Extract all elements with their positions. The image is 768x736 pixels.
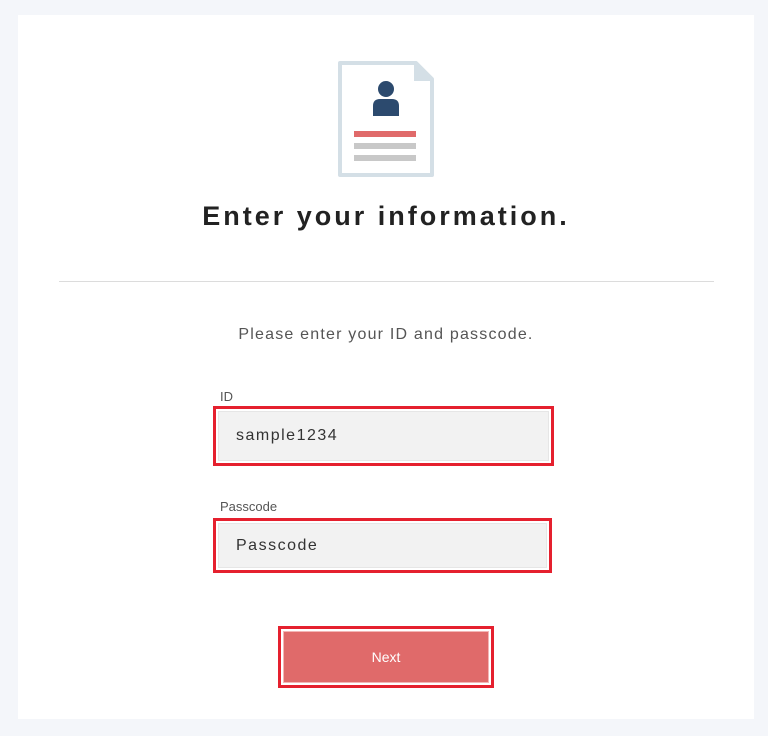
passcode-input[interactable] xyxy=(218,523,547,568)
id-label: ID xyxy=(220,389,233,404)
next-button-highlight: Next xyxy=(278,626,494,688)
instruction-text: Please enter your ID and passcode. xyxy=(238,326,534,343)
divider xyxy=(59,281,714,282)
page-title: Enter your information. xyxy=(202,201,570,231)
id-input[interactable] xyxy=(218,411,549,461)
id-field-highlight xyxy=(213,406,554,466)
user-document-icon xyxy=(338,61,434,177)
next-button[interactable]: Next xyxy=(283,631,489,683)
passcode-field-highlight xyxy=(213,518,552,573)
form-card: Enter your information. Please enter you… xyxy=(18,15,754,719)
passcode-label: Passcode xyxy=(220,499,278,514)
